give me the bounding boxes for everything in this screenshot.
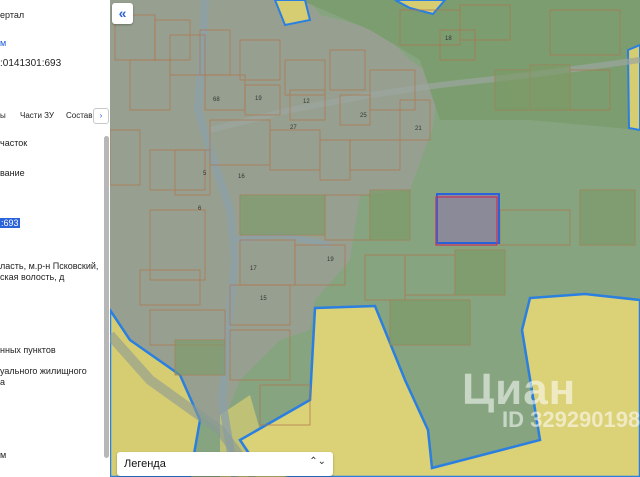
plot-label: 68 bbox=[213, 97, 220, 103]
highlighted-row: :693 bbox=[0, 218, 20, 228]
tabs-next-button[interactable]: › bbox=[93, 108, 109, 124]
plot-label: 21 bbox=[415, 126, 422, 132]
plot-label: 19 bbox=[255, 96, 262, 102]
plot-label: 15 bbox=[260, 296, 267, 302]
type-value: часток bbox=[0, 138, 28, 148]
legend-label: Легенда bbox=[124, 458, 166, 470]
tab-info[interactable]: ы bbox=[0, 111, 6, 120]
plot-label: 25 bbox=[360, 113, 367, 119]
highlighted-number: :693 bbox=[0, 218, 20, 228]
address-line-1: ласть, м.р-н Псковский, bbox=[0, 261, 99, 271]
chevron-updown-icon: ⌃⌄ bbox=[309, 456, 326, 467]
cadastral-number: :0141301:693 bbox=[0, 58, 62, 69]
portal-label: ертал bbox=[0, 10, 25, 20]
info-panel: ертал м :0141301:693 ы Части ЗУ Состав ›… bbox=[0, 0, 110, 477]
selected-parcel[interactable] bbox=[436, 193, 500, 244]
use-line-2: а bbox=[0, 377, 6, 387]
area-unit: м bbox=[0, 450, 7, 460]
name-value: вание bbox=[0, 168, 25, 178]
plot-label: 27 bbox=[290, 125, 297, 131]
plot-label: 12 bbox=[303, 99, 310, 105]
address-line-2: ская волость, д bbox=[0, 272, 65, 282]
cadastral-map[interactable]: 18 68 19 12 25 27 21 5 17 19 16 15 6 Циа… bbox=[110, 0, 640, 477]
plot-label: 16 bbox=[238, 174, 245, 180]
panel-scrollbar[interactable] bbox=[104, 136, 109, 458]
collapse-panel-button[interactable]: « bbox=[112, 3, 133, 24]
legend-dropdown[interactable]: Легенда ⌃⌄ bbox=[117, 452, 333, 476]
plot-label: 17 bbox=[250, 266, 257, 272]
panel-link[interactable]: м bbox=[0, 38, 6, 48]
watermark-id: ID 329290198 bbox=[502, 407, 640, 432]
tab-composition[interactable]: Состав bbox=[66, 111, 93, 120]
plot-label: 18 bbox=[445, 36, 452, 42]
category-value: нных пунктов bbox=[0, 345, 56, 355]
plot-label: 19 bbox=[327, 257, 334, 263]
use-line-1: уального жилищного bbox=[0, 366, 87, 376]
tab-parts[interactable]: Части ЗУ bbox=[20, 111, 54, 120]
